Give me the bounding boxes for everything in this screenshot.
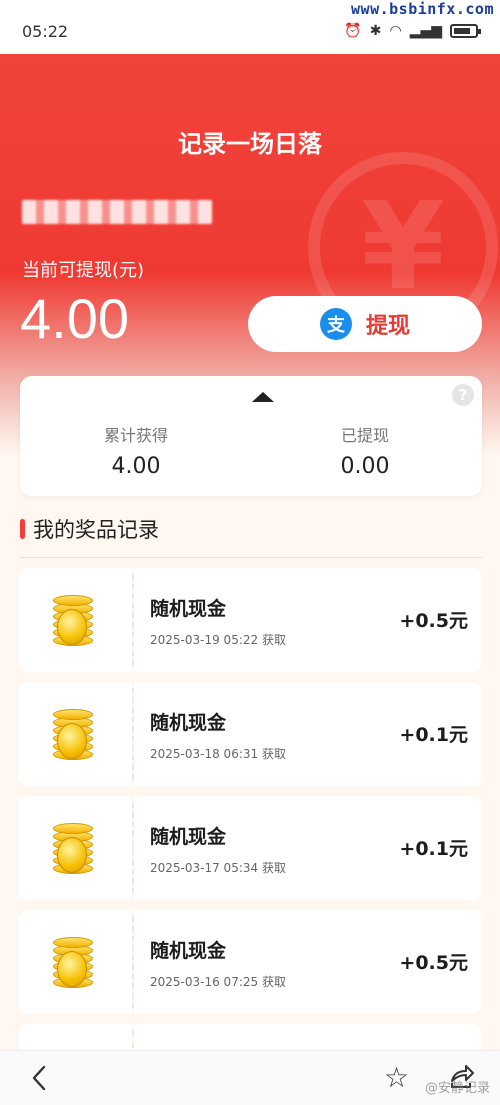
reward-body: 随机现金 2025-03-19 05:22 获取 +0.5元 xyxy=(134,568,482,672)
coin-stack-icon xyxy=(53,705,97,763)
withdrawn-label: 已提现 xyxy=(340,426,389,445)
reward-date: 2025-03-18 06:31 获取 xyxy=(150,747,286,761)
alipay-icon: 支 xyxy=(319,308,352,340)
section-accent-bar xyxy=(20,519,25,539)
withdrawable-label: 当前可提现(元) xyxy=(22,260,145,281)
reward-date: 2025-03-16 07:25 获取 xyxy=(150,975,286,989)
page-title: 记录一场日落 xyxy=(178,130,322,158)
reward-amount: +0.5元 xyxy=(399,610,468,632)
reward-list: 随机现金 2025-03-19 05:22 获取 +0.5元 随机现金 2025… xyxy=(18,568,482,1064)
total-earned: 累计获得 4.00 xyxy=(36,422,236,479)
signal-icon: ▂▄▆ xyxy=(409,23,442,39)
reward-thumb xyxy=(18,796,134,900)
coin-stack-icon xyxy=(53,933,97,991)
reward-thumb xyxy=(18,568,134,672)
reward-date: 2025-03-19 05:22 获取 xyxy=(150,633,286,647)
reward-name: 随机现金 xyxy=(150,712,227,734)
reward-item[interactable]: 随机现金 2025-03-17 05:34 获取 +0.1元 xyxy=(18,796,482,900)
bluetooth-icon: ✱ xyxy=(369,23,382,39)
alarm-icon: ⏰ xyxy=(344,23,362,39)
withdrawn: 已提现 0.00 xyxy=(265,422,465,479)
reward-amount: +0.1元 xyxy=(399,838,468,860)
reward-name: 随机现金 xyxy=(150,940,227,962)
reward-body: 随机现金 2025-03-18 06:31 获取 +0.1元 xyxy=(134,682,482,786)
section-heading: 我的奖品记录 xyxy=(20,514,159,544)
section-title: 我的奖品记录 xyxy=(33,518,159,542)
wifi-icon: ◠ xyxy=(389,23,402,39)
reward-name: 随机现金 xyxy=(150,598,227,620)
status-time: 05:22 xyxy=(22,21,69,41)
battery-icon xyxy=(450,24,481,38)
back-arrow-icon[interactable] xyxy=(26,1063,54,1093)
reward-item[interactable]: 随机现金 2025-03-19 05:22 获取 +0.5元 xyxy=(18,568,482,672)
withdraw-button[interactable]: 支 提现 xyxy=(248,296,482,352)
bottom-bar: ☆ @安静记录 xyxy=(0,1050,500,1105)
withdraw-label: 提现 xyxy=(365,314,410,339)
coin-stack-icon xyxy=(53,591,97,649)
reward-item[interactable]: 随机现金 2025-03-18 06:31 获取 +0.1元 xyxy=(18,682,482,786)
account-name-redacted xyxy=(22,200,212,224)
reward-name: 随机现金 xyxy=(150,826,227,848)
reward-date: 2025-03-17 05:34 获取 xyxy=(150,861,286,875)
balance-amount: 4.00 xyxy=(20,287,129,350)
caret-up-icon xyxy=(252,392,274,402)
withdrawn-value: 0.00 xyxy=(340,454,390,479)
coin-stack-icon xyxy=(53,819,97,877)
reward-thumb xyxy=(18,682,134,786)
status-icons: ⏰ ✱ ◠ ▂▄▆ xyxy=(344,23,481,39)
reward-body: 随机现金 2025-03-17 05:34 获取 +0.1元 xyxy=(134,796,482,900)
stats-card: ? 累计获得 4.00 已提现 0.00 xyxy=(20,376,482,496)
reward-amount: +0.5元 xyxy=(399,952,468,974)
section-divider xyxy=(20,557,482,558)
reward-item[interactable]: 随机现金 2025-03-16 07:25 获取 +0.5元 xyxy=(18,910,482,1014)
reward-thumb xyxy=(18,910,134,1014)
watermark-top: www.bsbinfx.com xyxy=(351,0,494,18)
reward-body: 随机现金 2025-03-16 07:25 获取 +0.5元 xyxy=(134,910,482,1014)
help-icon[interactable]: ? xyxy=(452,384,474,406)
total-earned-label: 累计获得 xyxy=(103,426,168,445)
reward-amount: +0.1元 xyxy=(399,724,468,746)
watermark-bottom: @安静记录 xyxy=(424,1081,490,1096)
total-earned-value: 4.00 xyxy=(111,454,161,479)
star-icon[interactable]: ☆ xyxy=(384,1061,409,1094)
